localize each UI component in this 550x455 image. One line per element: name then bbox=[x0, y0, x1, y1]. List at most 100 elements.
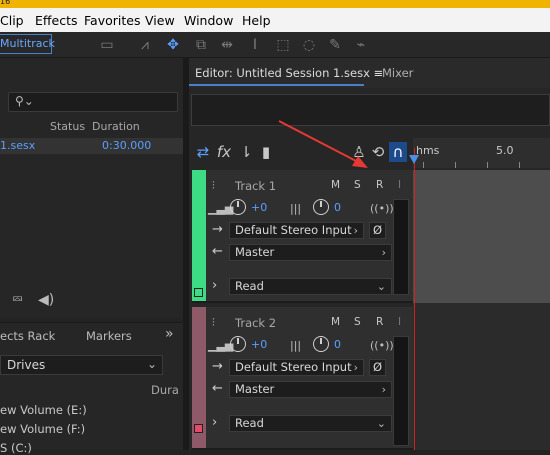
menu-window[interactable]: Window bbox=[184, 13, 233, 28]
metronome-icon[interactable]: ♙ bbox=[350, 142, 368, 162]
drive-item[interactable]: ew Volume (F:) bbox=[0, 422, 85, 436]
app-title: 16 bbox=[0, 0, 11, 6]
tab-editor[interactable]: Editor: Untitled Session 1.sesx ≡ bbox=[195, 66, 383, 80]
automation-label: Read bbox=[235, 416, 264, 430]
record-arm-button[interactable]: R bbox=[376, 179, 383, 191]
track-color-strip bbox=[192, 170, 206, 301]
input-monitor-button[interactable]: I bbox=[398, 179, 401, 191]
output-label: Master bbox=[235, 382, 275, 396]
effects-rack-panel: ects Rack Markers » Drives ⌄ Dura ew Volu… bbox=[0, 322, 183, 455]
output-selector[interactable]: Master › bbox=[229, 381, 392, 398]
mute-button[interactable]: M bbox=[331, 179, 340, 191]
razor-tool-icon[interactable]: ⧉ bbox=[192, 36, 210, 54]
playhead-line[interactable] bbox=[414, 148, 415, 450]
move-tool-icon[interactable]: ✥ bbox=[164, 36, 182, 54]
input-selector[interactable]: Default Stereo Input › bbox=[229, 359, 364, 376]
marquee-tool-icon[interactable]: ⬚ bbox=[274, 36, 292, 54]
input-selector[interactable]: Default Stereo Input › bbox=[229, 222, 364, 239]
expand-arrow-icon[interactable]: › bbox=[212, 415, 217, 430]
input-monitor-button[interactable]: I bbox=[398, 316, 401, 328]
menu-help[interactable]: Help bbox=[242, 13, 271, 28]
lasso-tool-icon[interactable]: ◌ bbox=[300, 36, 318, 54]
phase-button[interactable]: Ø bbox=[369, 359, 386, 376]
output-selector[interactable]: Master › bbox=[229, 244, 392, 261]
loop-icon[interactable]: ⟲ bbox=[369, 142, 387, 162]
menu-effects[interactable]: Effects bbox=[35, 13, 78, 28]
insert-into-session-icon[interactable]: ⮹ bbox=[12, 292, 23, 308]
volume-value[interactable]: +0 bbox=[251, 338, 267, 351]
file-duration: 0:30.000 bbox=[102, 139, 152, 152]
more-tabs-icon[interactable]: » bbox=[165, 326, 174, 342]
meters-icon[interactable]: ▮ bbox=[257, 142, 275, 162]
stereo-icon[interactable]: ((•)) bbox=[370, 202, 394, 215]
menu-clip[interactable]: Clip bbox=[0, 13, 24, 28]
menu-view[interactable]: View bbox=[145, 13, 175, 28]
playhead-marker-icon[interactable] bbox=[409, 155, 419, 164]
track-name[interactable]: Track 2 bbox=[235, 316, 276, 330]
output-arrow-icon: ← bbox=[212, 381, 223, 396]
file-row[interactable]: 1.sesx 0:30.000 bbox=[0, 138, 183, 154]
waveform-icon: ⫶ bbox=[212, 179, 215, 192]
record-arm-button[interactable]: R bbox=[376, 316, 383, 328]
solo-button[interactable]: S bbox=[354, 179, 361, 191]
healing-brush-icon[interactable]: ⌁ bbox=[352, 36, 370, 54]
pan-knob[interactable] bbox=[313, 336, 329, 352]
session-overview[interactable] bbox=[191, 94, 550, 126]
multitrack-button[interactable]: Multitrack bbox=[0, 34, 55, 54]
volume-knob[interactable] bbox=[230, 199, 246, 215]
chevron-right-icon: › bbox=[381, 383, 386, 396]
tab-effects-rack[interactable]: ects Rack bbox=[0, 329, 55, 343]
automation-label: Read bbox=[235, 279, 264, 293]
autoplay-icon[interactable]: ◀) bbox=[38, 292, 54, 308]
mute-button[interactable]: M bbox=[331, 316, 340, 328]
snap-icon[interactable]: ∩ bbox=[389, 142, 407, 162]
solo-button[interactable]: S bbox=[354, 316, 361, 328]
volume-knob[interactable] bbox=[230, 336, 246, 352]
ruler-label: 5.0 bbox=[496, 144, 514, 157]
status-column-header[interactable]: Status bbox=[50, 120, 85, 133]
active-tab-underline bbox=[189, 84, 364, 86]
slip-tool-icon[interactable]: ⇹ bbox=[218, 36, 236, 54]
drives-dropdown[interactable]: Drives ⌄ bbox=[0, 355, 163, 375]
eq-icon[interactable]: ⇂ bbox=[237, 142, 255, 162]
stereo-icon[interactable]: ((•)) bbox=[370, 339, 394, 352]
level-meter bbox=[393, 336, 409, 446]
spectral-view-icon[interactable]: ▭ bbox=[98, 36, 116, 54]
duration-column-header[interactable]: Duration bbox=[92, 120, 140, 133]
track1-lane[interactable] bbox=[413, 170, 550, 303]
drive-item[interactable]: S (C:) bbox=[0, 441, 32, 455]
expand-arrow-icon[interactable]: › bbox=[212, 278, 217, 293]
menu-bar: Clip Effects Favorites View Window Help bbox=[0, 8, 550, 32]
output-label: Master bbox=[235, 245, 275, 259]
pan-value[interactable]: 0 bbox=[334, 338, 341, 351]
files-search[interactable]: ⚲⌄ bbox=[8, 92, 178, 112]
phase-button[interactable]: Ø bbox=[369, 222, 386, 239]
input-label: Default Stereo Input bbox=[235, 223, 352, 237]
ruler-unit: hms bbox=[416, 144, 440, 157]
track-timeline[interactable] bbox=[413, 170, 550, 450]
brush-tool-icon[interactable]: ✎ bbox=[326, 36, 344, 54]
menu-favorites[interactable]: Favorites bbox=[84, 13, 140, 28]
pitch-view-icon[interactable]: ⩘ bbox=[136, 36, 154, 54]
automation-mode-dropdown[interactable]: Read ⌄ bbox=[229, 415, 392, 432]
track-select-checkbox[interactable] bbox=[194, 424, 203, 433]
chevron-down-icon: ⌄ bbox=[376, 280, 386, 293]
search-icon: ⚲⌄ bbox=[15, 94, 34, 108]
drive-item[interactable]: ew Volume (E:) bbox=[0, 403, 87, 417]
pan-value[interactable]: 0 bbox=[334, 201, 341, 214]
track-header: ⫶ Track 2 M S R I ▁▃▅ +0 ||| 0 ((•)) → D… bbox=[192, 307, 413, 450]
chevron-right-icon: › bbox=[353, 224, 358, 237]
track-select-checkbox[interactable] bbox=[194, 288, 203, 297]
automation-mode-dropdown[interactable]: Read ⌄ bbox=[229, 278, 392, 295]
tab-markers[interactable]: Markers bbox=[86, 329, 132, 343]
pan-knob[interactable] bbox=[313, 199, 329, 215]
tab-mixer[interactable]: Mixer bbox=[382, 66, 413, 80]
send-to-icon[interactable]: ⇄ bbox=[194, 142, 212, 162]
volume-value[interactable]: +0 bbox=[251, 201, 267, 214]
chevron-right-icon: › bbox=[353, 361, 358, 374]
time-selection-icon[interactable]: I bbox=[246, 36, 264, 54]
fx-icon[interactable]: fx bbox=[215, 142, 233, 162]
pan-icon: ||| bbox=[290, 339, 302, 352]
pan-icon: ||| bbox=[290, 202, 302, 215]
track-name[interactable]: Track 1 bbox=[235, 179, 276, 193]
